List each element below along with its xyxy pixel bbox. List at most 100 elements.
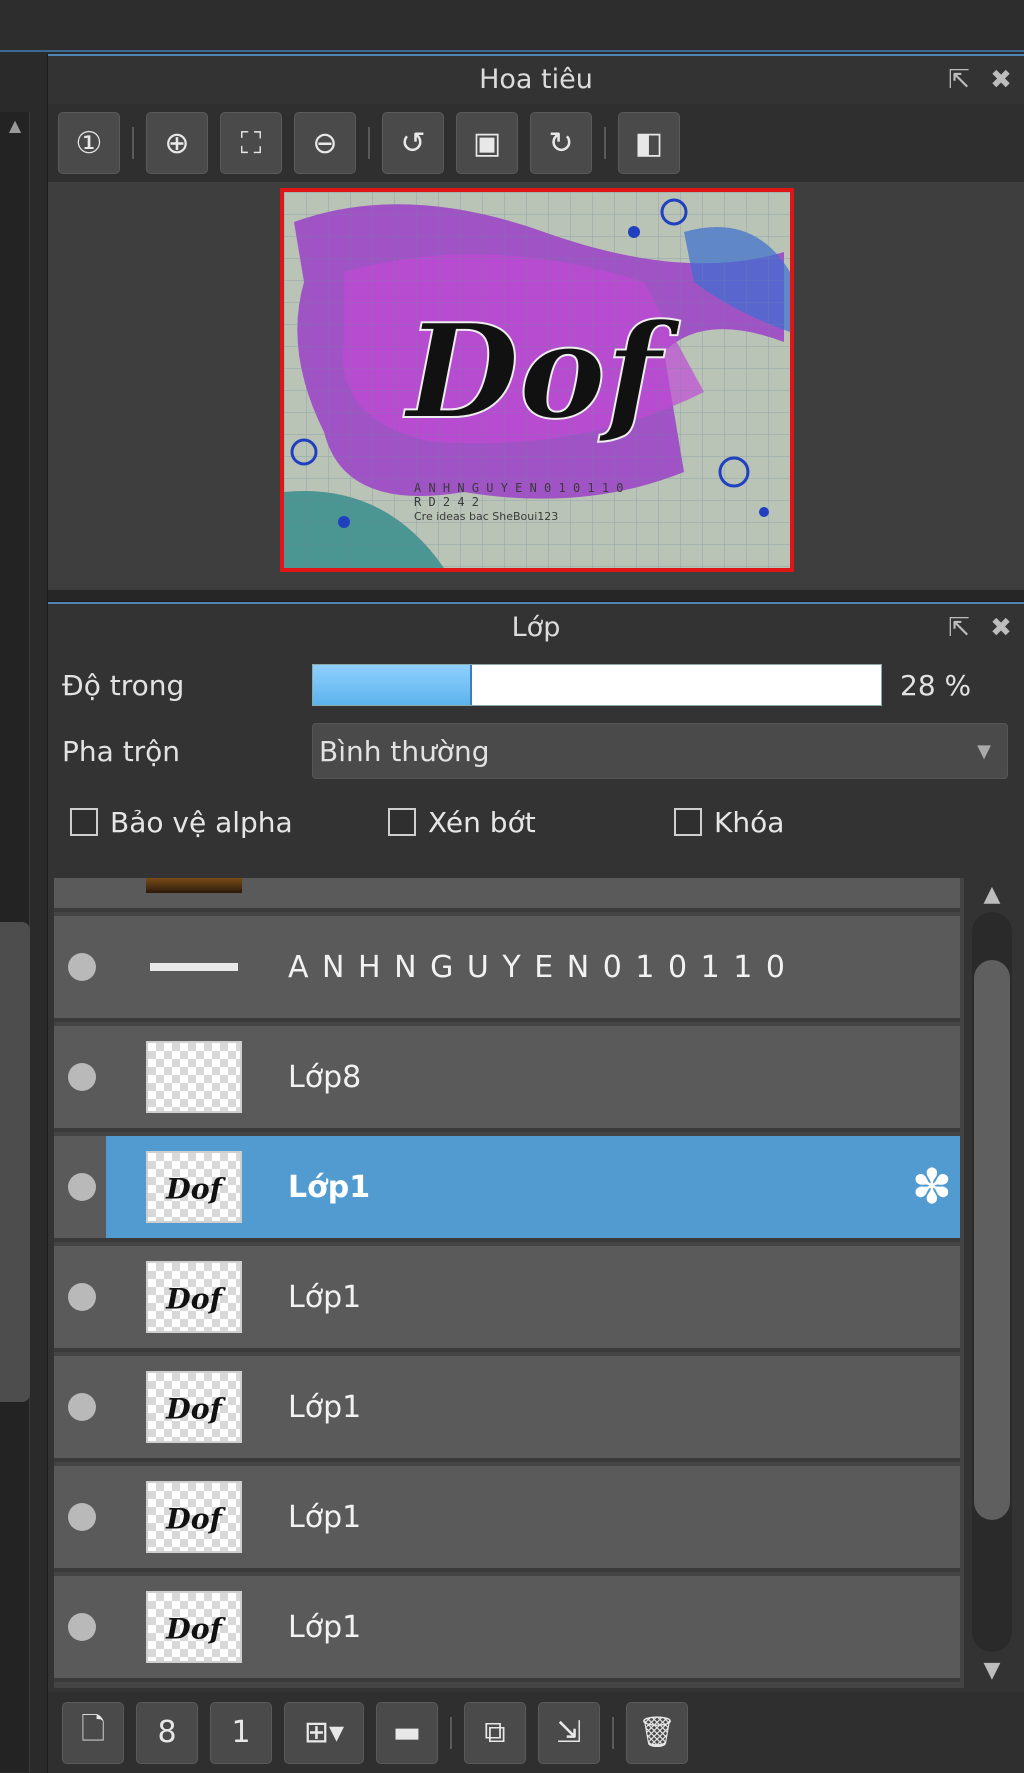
layer-thumbnail <box>146 931 242 1003</box>
layer-row[interactable]: Dof Lớp1 <box>54 1246 960 1352</box>
close-icon[interactable]: ✖ <box>988 615 1014 641</box>
navigator-panel: Hoa tiêu ⇱ ✖ ① ⊕ ⛶ ⊖ ↺ ▣ ↻ ◧ Dof A N H N… <box>48 54 1024 590</box>
blend-label: Pha trộn <box>62 734 181 768</box>
panel-title: Lớp <box>511 612 561 643</box>
left-scroll-up-icon[interactable]: ▲ <box>2 116 28 138</box>
layer-name: Lớp1 <box>288 1389 362 1425</box>
svg-text:Dof: Dof <box>165 1391 226 1425</box>
layer-row[interactable]: Dof Lớp1 ✽ <box>54 1136 960 1242</box>
scroll-thumb[interactable] <box>974 960 1010 1520</box>
clipping-checkbox[interactable]: Xén bớt <box>388 806 674 839</box>
navigator-header: Hoa tiêu ⇱ ✖ <box>48 54 1024 104</box>
duplicate-layer-icon[interactable]: ⧉ <box>464 1701 526 1764</box>
visibility-toggle-icon[interactable] <box>68 1173 96 1201</box>
svg-text:A N H N G U Y E N 0 1 0 1 1 0: A N H N G U Y E N 0 1 0 1 1 0 <box>414 481 624 495</box>
layer-row[interactable] <box>54 878 960 912</box>
layer-list[interactable]: A N H N G U Y E N 0 1 0 1 1 0 Lớp8 Dof Lớp1… <box>54 878 964 1688</box>
clipping-label: Xén bớt <box>428 805 536 839</box>
flip-horizontal-icon[interactable]: ◧ <box>618 112 680 174</box>
visibility-toggle-icon[interactable] <box>68 1283 96 1311</box>
new-1bit-layer-icon[interactable]: 1 <box>210 1701 272 1764</box>
navigator-view[interactable]: Dof A N H N G U Y E N 0 1 0 1 1 0 R D 2 … <box>48 182 1024 588</box>
panel-splitter[interactable] <box>48 590 1024 602</box>
separator <box>604 127 606 159</box>
opacity-value: 28 % <box>900 668 972 702</box>
zoom-in-icon[interactable]: ⊕ <box>146 112 208 174</box>
rotate-left-icon[interactable]: ↺ <box>382 112 444 174</box>
svg-text:Dof: Dof <box>165 1171 226 1205</box>
svg-text:Dof: Dof <box>165 1501 226 1535</box>
layer-thumbnail <box>146 1041 242 1113</box>
panel-title: Hoa tiêu <box>479 64 593 95</box>
layer-name: Lớp1 <box>288 1609 362 1645</box>
lock-checkbox[interactable]: Khóa <box>674 806 784 839</box>
layer-thumbnail: Dof <box>146 1261 242 1333</box>
new-folder-icon[interactable]: ▬ <box>376 1701 438 1764</box>
svg-text:R D 2 4 2: R D 2 4 2 <box>414 495 479 509</box>
layers-header: Lớp ⇱ ✖ <box>48 602 1024 652</box>
visibility-toggle-icon[interactable] <box>68 1063 96 1091</box>
layer-row[interactable]: Dof Lớp1 <box>54 1356 960 1462</box>
new-8bit-layer-icon[interactable]: 8 <box>136 1701 198 1764</box>
left-panel-strip: ▲ <box>0 54 48 1773</box>
checkbox-box[interactable] <box>70 808 98 836</box>
opacity-label: Độ trong <box>62 668 185 702</box>
checkbox-box[interactable] <box>674 808 702 836</box>
blend-row: Pha trộn Bình thường ▼ <box>48 718 1024 784</box>
new-layer-icon[interactable]: 🗋 <box>62 1701 124 1764</box>
canvas-preview[interactable]: Dof A N H N G U Y E N 0 1 0 1 1 0 R D 2 … <box>280 188 794 572</box>
blend-mode-select[interactable]: Bình thường ▼ <box>312 723 1008 779</box>
layer-name: Lớp1 <box>288 1169 371 1205</box>
layer-row[interactable]: Dof Lớp1 <box>54 1576 960 1682</box>
svg-text:Dof: Dof <box>165 1611 226 1645</box>
popout-icon[interactable]: ⇱ <box>946 67 972 93</box>
opacity-row: Độ trong 28 % <box>48 652 1024 718</box>
zoom-actual-icon[interactable]: ① <box>58 112 120 174</box>
visibility-toggle-icon[interactable] <box>68 1393 96 1421</box>
zoom-out-icon[interactable]: ⊖ <box>294 112 356 174</box>
layer-row[interactable]: Dof Lớp1 <box>54 1466 960 1572</box>
layer-row[interactable]: Lớp8 <box>54 1026 960 1132</box>
scroll-up-icon[interactable]: ▲ <box>966 880 1018 910</box>
opacity-slider-fill <box>313 665 473 705</box>
opacity-slider[interactable] <box>312 664 882 706</box>
fit-canvas-icon[interactable]: ▣ <box>456 112 518 174</box>
protect-alpha-checkbox[interactable]: Bảo vệ alpha <box>70 806 388 839</box>
checkbox-box[interactable] <box>388 808 416 836</box>
left-scroll-thumb[interactable] <box>0 922 30 1402</box>
scroll-down-icon[interactable]: ▼ <box>966 1656 1018 1686</box>
layer-thumbnail: Dof <box>146 1591 242 1663</box>
separator <box>368 127 370 159</box>
layer-row[interactable]: A N H N G U Y E N 0 1 0 1 1 0 <box>54 916 960 1022</box>
visibility-toggle-icon[interactable] <box>68 1613 96 1641</box>
protect-alpha-label: Bảo vệ alpha <box>110 805 293 839</box>
separator <box>132 127 134 159</box>
close-icon[interactable]: ✖ <box>988 67 1014 93</box>
merge-down-icon[interactable]: ⇲ <box>538 1701 600 1764</box>
fit-screen-icon[interactable]: ⛶ <box>220 112 282 174</box>
layer-list-scrollbar[interactable]: ▲ ▼ <box>966 878 1018 1688</box>
layer-name: Lớp1 <box>288 1279 362 1315</box>
gear-icon[interactable]: ✽ <box>912 1159 952 1215</box>
chevron-down-icon: ▼ <box>977 740 991 762</box>
svg-text:Dof: Dof <box>402 295 680 448</box>
layer-options-row: Bảo vệ alpha Xén bớt Khóa <box>48 784 1024 860</box>
svg-text:Cre ideas bac SheBoui123: Cre ideas bac SheBoui123 <box>414 510 558 523</box>
popout-icon[interactable]: ⇱ <box>946 615 972 641</box>
separator <box>450 1716 452 1749</box>
layer-thumbnail: Dof <box>146 1371 242 1443</box>
layers-panel: Lớp ⇱ ✖ Độ trong 28 % Pha trộn Bình thườ… <box>48 602 1024 1773</box>
svg-text:Dof: Dof <box>165 1281 226 1315</box>
canvas-preview-image: Dof A N H N G U Y E N 0 1 0 1 1 0 R D 2 … <box>284 192 790 568</box>
navigator-toolbar: ① ⊕ ⛶ ⊖ ↺ ▣ ↻ ◧ <box>48 104 1024 182</box>
visibility-toggle-icon[interactable] <box>68 1503 96 1531</box>
layer-thumbnail <box>146 878 242 893</box>
add-layer-menu-icon[interactable]: ⊞▾ <box>284 1701 364 1764</box>
delete-layer-icon[interactable]: 🗑 <box>626 1701 688 1764</box>
lock-label: Khóa <box>714 805 785 839</box>
blend-mode-value: Bình thường <box>319 734 490 768</box>
layer-name: A N H N G U Y E N 0 1 0 1 1 0 <box>288 949 787 985</box>
rotate-right-icon[interactable]: ↻ <box>530 112 592 174</box>
visibility-toggle-icon[interactable] <box>68 953 96 981</box>
layer-thumbnail: Dof <box>146 1481 242 1553</box>
